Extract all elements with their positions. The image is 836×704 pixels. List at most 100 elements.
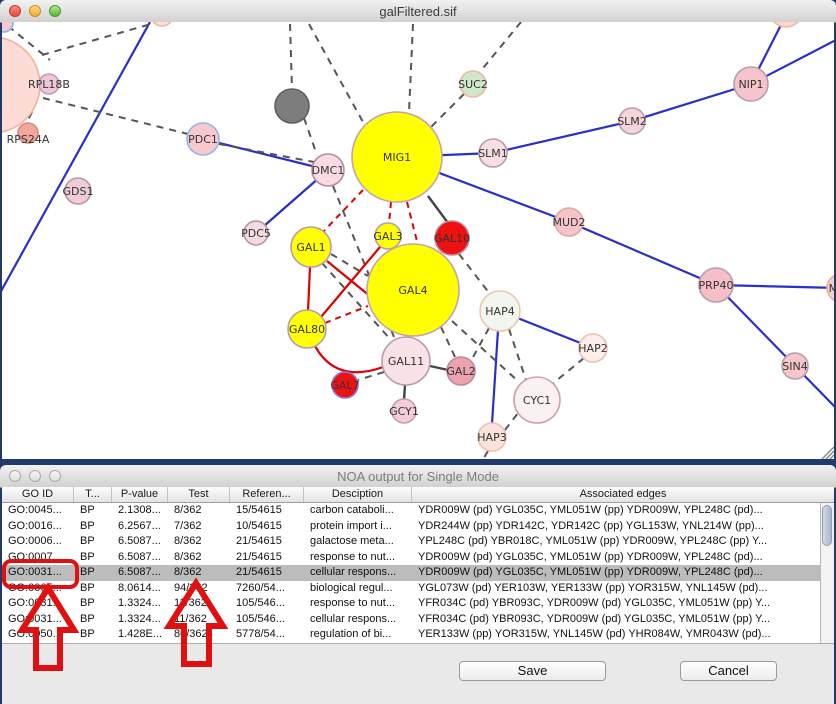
column-header-edges[interactable]: Associated edges — [412, 487, 834, 502]
graph-edge[interactable] — [315, 346, 383, 372]
graph-edge[interactable] — [308, 267, 310, 311]
cell-test: 8/362 — [168, 503, 230, 519]
cell-edges: YPL248C (pd) YBR018C, YML051W (pp) YDR00… — [412, 534, 820, 550]
table-row[interactable]: GO:0045...BP2.1308...8/36215/54615carbon… — [2, 503, 820, 519]
column-header-p_value[interactable]: P-value — [112, 487, 168, 502]
graph-node[interactable] — [275, 89, 309, 123]
graph-node-label: PDC1 — [188, 133, 218, 146]
graph-node-label: PDC5 — [241, 227, 271, 240]
window-controls — [9, 465, 61, 487]
graph-node-label: SLM2 — [617, 115, 647, 128]
column-header-go_id[interactable]: GO ID — [2, 487, 74, 502]
graph-edge[interactable] — [219, 144, 314, 162]
table-row[interactable]: GO:0007...BP6.5087...8/36221/54615respon… — [2, 550, 820, 566]
zoom-button[interactable] — [49, 5, 61, 17]
graph-node[interactable] — [770, 22, 802, 27]
graph-edge[interactable] — [505, 413, 518, 430]
cell-description: galactose meta... — [304, 534, 412, 550]
graph-node[interactable] — [151, 22, 173, 26]
column-header-description[interactable]: Desciption — [304, 487, 412, 502]
graph-node-label: SLM1 — [478, 147, 508, 160]
close-button[interactable] — [9, 5, 21, 17]
graph-edge[interactable] — [431, 94, 464, 127]
cell-edges: YDR009W (pd) YGL035C, YML051W (pp) YDR00… — [412, 503, 820, 519]
cell-go_id: GO:0050... — [2, 627, 74, 643]
cell-description: response to nut... — [304, 550, 412, 566]
graph-edge[interactable] — [290, 24, 292, 89]
cell-description: cellular respons... — [304, 612, 412, 628]
table-row[interactable]: GO:0016...BP6.2567...7/36210/54615protei… — [2, 519, 820, 535]
graph-window-titlebar: galFiltered.sif — [0, 0, 836, 23]
graph-edge[interactable] — [43, 98, 188, 134]
table-row[interactable]: GO:0050...BP1.428E...80/3625778/54...reg… — [2, 627, 820, 643]
cell-p_value: 1.3324... — [112, 612, 168, 628]
graph-edge[interactable] — [569, 222, 716, 285]
column-header-reference[interactable]: Referen... — [230, 487, 304, 502]
column-header-test[interactable]: Test — [168, 487, 230, 502]
cell-p_value: 6.2567... — [112, 519, 168, 535]
graph-node-label: GAL7 — [330, 379, 359, 392]
table-scrollbar[interactable] — [820, 503, 834, 643]
graph-edge[interactable] — [409, 24, 413, 112]
cell-reference: 15/54615 — [230, 503, 304, 519]
graph-node-label: HAP3 — [477, 431, 506, 444]
cell-reference: 10/54615 — [230, 519, 304, 535]
graph-edge[interactable] — [407, 202, 418, 245]
graph-edge[interactable] — [309, 24, 363, 122]
table-row[interactable]: GO:0065...BP8.0614...94/3627260/54...bio… — [2, 581, 820, 597]
cell-type: BP — [74, 534, 112, 550]
table-row[interactable]: GO:0031...BP1.3324...11/362105/546...res… — [2, 596, 820, 612]
minimize-button[interactable] — [29, 5, 41, 17]
cell-type: BP — [74, 503, 112, 519]
graph-edge[interactable] — [331, 254, 368, 276]
cell-description: biological regul... — [304, 581, 412, 597]
graph-edge[interactable] — [304, 118, 317, 155]
cell-go_id: GO:0007... — [2, 550, 74, 566]
table-row[interactable]: GO:0031...BP1.3324...11/362105/546...cel… — [2, 612, 820, 628]
graph-node-label: GCY1 — [389, 405, 419, 418]
graph-edge[interactable] — [472, 328, 489, 359]
graph-node-label: DMC1 — [312, 164, 345, 177]
graph-edge[interactable] — [430, 366, 448, 370]
graph-edge[interactable] — [493, 121, 632, 153]
cell-go_id: GO:0031... — [2, 596, 74, 612]
table-row[interactable]: GO:0031...BP6.5087...8/36221/54615cellul… — [2, 565, 820, 581]
graph-edge[interactable] — [325, 306, 368, 323]
graph-edge[interactable] — [459, 254, 490, 294]
noa-window-titlebar: NOA output for Single Mode — [0, 465, 836, 488]
close-button[interactable] — [9, 470, 21, 482]
resize-grip[interactable] — [830, 455, 834, 459]
cell-go_id: GO:0016... — [2, 519, 74, 535]
graph-edge[interactable] — [482, 451, 488, 459]
cancel-button[interactable]: Cancel — [680, 661, 777, 681]
graph-edge[interactable] — [551, 358, 584, 385]
minimize-button[interactable] — [29, 470, 41, 482]
graph-edge[interactable] — [389, 202, 391, 224]
network-canvas[interactable]: RPL18BRPS24AGDS1PDC1PDC5MIG1DMC1SUC2SLM1… — [2, 22, 834, 459]
table-row[interactable]: GO:0006...BP6.5087...8/36221/54615galact… — [2, 534, 820, 550]
graph-edge[interactable] — [492, 330, 498, 424]
graph-edge[interactable] — [632, 84, 751, 121]
graph-edge[interactable] — [479, 22, 521, 73]
scrollbar-thumb[interactable] — [822, 505, 832, 546]
graph-node-label: GAL1 — [296, 241, 325, 254]
graph-node[interactable] — [2, 22, 13, 32]
graph-edge[interactable] — [441, 327, 455, 357]
graph-node-label: GAL4 — [398, 284, 427, 297]
graph-edge[interactable] — [404, 385, 405, 400]
column-header-type[interactable]: T... — [74, 487, 112, 502]
resize-grip[interactable] — [826, 451, 834, 459]
graph-window: galFiltered.sif RPL18BRPS24AGDS1PDC1PDC5… — [0, 0, 836, 461]
cell-test: 8/362 — [168, 534, 230, 550]
cell-type: BP — [74, 596, 112, 612]
graph-node-label: HAP4 — [485, 305, 514, 318]
graph-edge[interactable] — [428, 196, 448, 223]
graph-node-label: GAL3 — [373, 230, 402, 243]
graph-edge[interactable] — [509, 329, 526, 380]
save-button[interactable]: Save — [459, 661, 606, 681]
zoom-button[interactable] — [49, 470, 61, 482]
graph-edge[interactable] — [358, 372, 384, 380]
cell-go_id: GO:0006... — [2, 534, 74, 550]
cell-description: protein import i... — [304, 519, 412, 535]
cell-test: 8/362 — [168, 565, 230, 581]
